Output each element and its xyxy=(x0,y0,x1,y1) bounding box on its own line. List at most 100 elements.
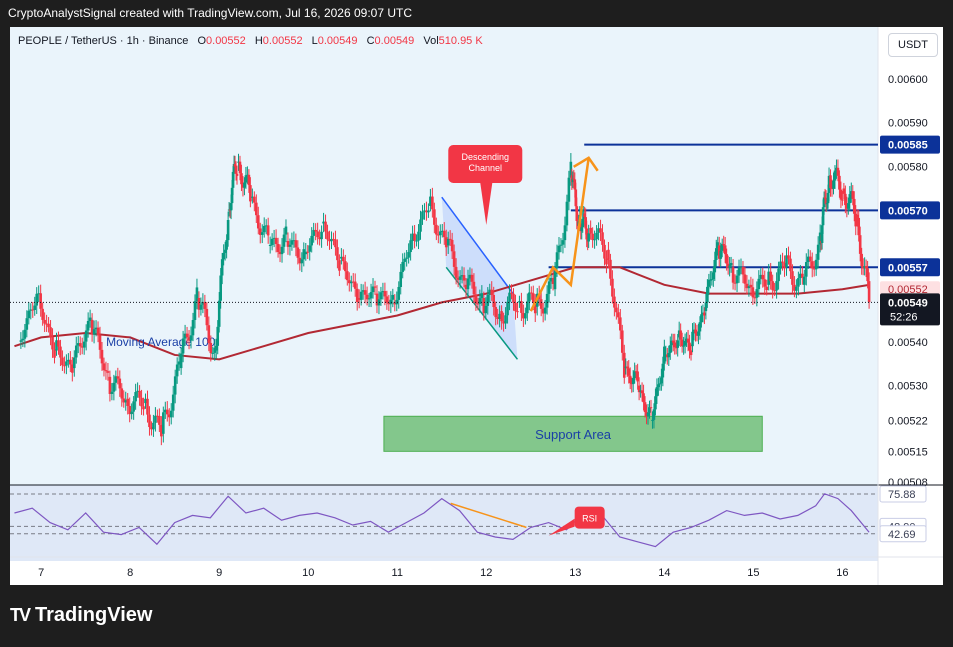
tradingview-logo[interactable]: TV TradingView xyxy=(10,604,152,627)
candle-body xyxy=(72,357,76,369)
candle-body xyxy=(848,194,852,204)
candle-body xyxy=(369,292,373,299)
candle-body xyxy=(222,252,225,260)
candle-body xyxy=(847,203,850,209)
candle-body xyxy=(433,209,436,225)
candle-body xyxy=(284,226,288,235)
candle-body xyxy=(791,271,794,285)
candle-body xyxy=(189,335,193,341)
candle-body xyxy=(697,331,700,336)
level-price-text: 0.00585 xyxy=(888,140,928,152)
candle-body xyxy=(191,319,195,336)
currency-button[interactable]: USDT xyxy=(888,33,938,57)
candle-body xyxy=(686,338,690,343)
candle-body xyxy=(769,271,772,282)
candle-body xyxy=(179,353,183,369)
candle-body xyxy=(266,225,270,236)
candle-body xyxy=(238,161,242,174)
candle-body xyxy=(587,233,590,242)
candle-body xyxy=(130,411,133,415)
time-tick-label: 7 xyxy=(38,567,44,579)
candle-body xyxy=(683,340,687,346)
candle-body xyxy=(842,188,846,194)
symbol-label[interactable]: PEOPLE / TetherUS · 1h · Binance xyxy=(18,35,188,47)
candle-body xyxy=(207,325,211,343)
candle-body xyxy=(57,340,60,347)
candle-body xyxy=(255,202,258,216)
candle-body xyxy=(728,265,731,268)
candle-body xyxy=(442,230,446,238)
candle-body xyxy=(214,345,218,351)
candle-body xyxy=(688,342,691,351)
countdown-text: 52:26 xyxy=(890,311,918,323)
candle-body xyxy=(181,338,185,354)
candle-body xyxy=(342,256,345,262)
candle-body xyxy=(737,267,741,276)
candle-body xyxy=(399,271,403,287)
candle-body xyxy=(314,229,317,232)
candle-body xyxy=(622,352,626,378)
candle-body xyxy=(480,293,484,299)
candle-body xyxy=(47,323,50,328)
candle-body xyxy=(158,416,161,425)
candle-body xyxy=(667,352,671,358)
candle-body xyxy=(735,275,739,284)
candle-body xyxy=(725,254,728,264)
candle-body xyxy=(620,330,624,353)
candle-body xyxy=(403,258,406,262)
candle-body xyxy=(247,174,251,186)
candle-body xyxy=(844,193,847,206)
candle-body xyxy=(49,327,52,337)
candle-body xyxy=(23,329,27,339)
candle-body xyxy=(601,232,604,245)
candle-body xyxy=(609,259,612,279)
callout-text-line-2: Channel xyxy=(469,163,503,173)
candle-body xyxy=(713,260,717,273)
candle-body xyxy=(640,390,644,394)
candle-body xyxy=(294,240,298,248)
candle-body xyxy=(152,422,155,430)
candle-body xyxy=(781,261,784,263)
candle-body xyxy=(706,286,709,303)
tradingview-mark-icon: TV xyxy=(10,605,31,625)
candle-body xyxy=(775,281,778,291)
candle-body xyxy=(652,409,656,420)
candle-body xyxy=(326,231,329,240)
candle-body xyxy=(435,224,438,235)
candle-body xyxy=(506,301,509,316)
candle-body xyxy=(148,414,151,428)
candle-body xyxy=(175,364,179,377)
candle-body xyxy=(260,232,264,235)
candle-body xyxy=(288,244,292,247)
candle-body xyxy=(660,377,663,384)
candle-body xyxy=(633,371,636,379)
candle-body xyxy=(470,274,474,282)
candle-body xyxy=(841,199,844,201)
candle-body xyxy=(338,260,341,271)
candle-body xyxy=(405,257,408,259)
candle-body xyxy=(567,177,571,202)
candle-body xyxy=(833,170,837,181)
candle-body xyxy=(452,251,456,267)
candle-body xyxy=(407,252,410,258)
candle-body xyxy=(162,412,165,434)
candle-body xyxy=(353,281,357,289)
candle-body xyxy=(120,388,124,399)
price-tick-label: 0.00540 xyxy=(888,337,928,349)
candle-body xyxy=(755,289,759,298)
candle-body xyxy=(514,302,517,312)
candle-body xyxy=(334,239,337,248)
candle-body xyxy=(698,322,702,332)
candle-body xyxy=(43,319,46,324)
candle-body xyxy=(126,398,130,406)
candle-body xyxy=(185,333,189,338)
candle-body xyxy=(262,225,266,233)
candle-body xyxy=(559,244,563,246)
price-tick-label: 0.00522 xyxy=(888,416,928,428)
candle-body xyxy=(274,237,278,244)
chart-canvas[interactable]: Support Area Moving Average 100 Descending… xyxy=(10,27,943,585)
candle-body xyxy=(171,394,175,411)
candle-body xyxy=(373,286,377,288)
rsi-level-text: 42.69 xyxy=(888,529,916,541)
rsi-callout-text: RSI xyxy=(582,514,597,524)
